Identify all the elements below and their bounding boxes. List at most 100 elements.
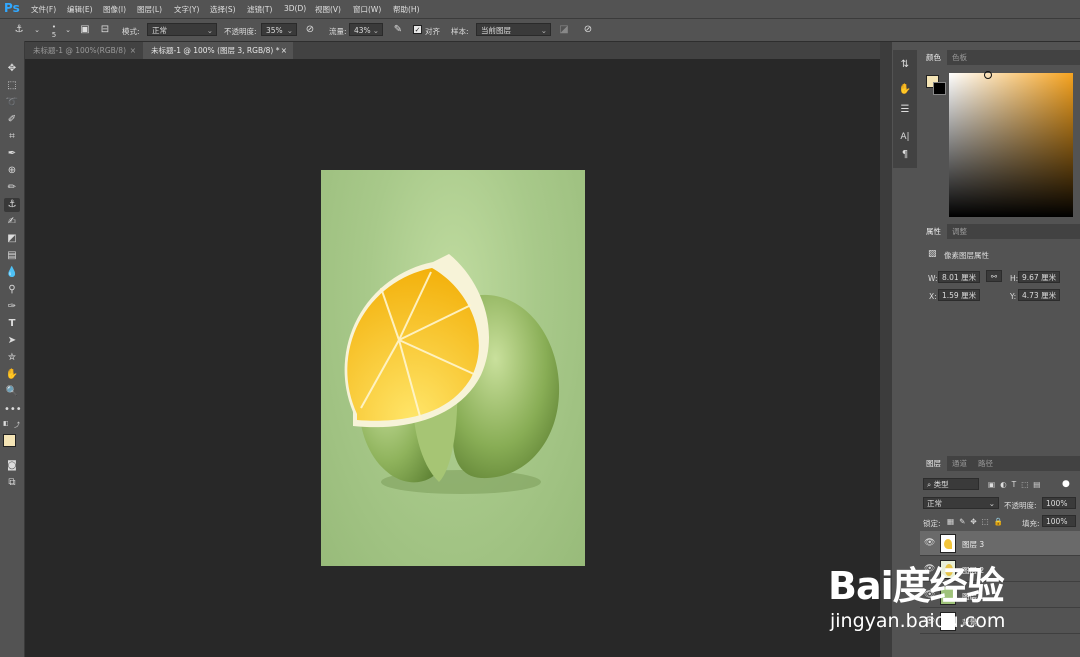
- background-color-chip[interactable]: [933, 82, 946, 95]
- color-picker-field[interactable]: [949, 73, 1073, 217]
- brush-settings-icon[interactable]: ✋: [897, 83, 913, 97]
- x-input[interactable]: 1.59 厘米: [938, 289, 980, 301]
- align-checkbox[interactable]: ✓: [413, 25, 422, 34]
- flow-value: 43%: [354, 26, 371, 35]
- default-colors-icon[interactable]: ◧: [3, 420, 9, 427]
- brush-panel-icon[interactable]: ▣: [78, 23, 92, 37]
- pressure-opacity-icon[interactable]: ⊘: [303, 23, 317, 37]
- menu-filter[interactable]: 滤镜(T): [247, 4, 272, 15]
- brush-tool-icon[interactable]: ✏: [4, 181, 20, 195]
- opacity-input[interactable]: 35% ⌄: [261, 23, 297, 36]
- pressure-size-icon[interactable]: ⊘: [581, 23, 595, 37]
- close-icon[interactable]: ×: [281, 42, 287, 59]
- quick-select-tool-icon[interactable]: ✐: [4, 113, 20, 127]
- flow-label: 流量:: [329, 27, 347, 36]
- tab-color[interactable]: 颜色: [920, 50, 947, 65]
- ignore-adjustment-icon[interactable]: ◪: [557, 23, 571, 37]
- width-input[interactable]: 8.01 厘米: [938, 271, 980, 283]
- pixel-layer-icon: ▨: [928, 249, 937, 259]
- fill-input[interactable]: 100%: [1042, 515, 1076, 527]
- tab-properties[interactable]: 属性: [920, 224, 947, 239]
- lock-icons[interactable]: ▦✎✥⬚🔒: [947, 517, 1008, 526]
- opacity-label: 不透明度:: [224, 27, 257, 36]
- move-tool-icon[interactable]: ✥: [4, 62, 20, 76]
- chevron-down-icon[interactable]: ⌄: [30, 23, 44, 37]
- eraser-tool-icon[interactable]: ◩: [4, 232, 20, 246]
- menu-select[interactable]: 选择(S): [210, 4, 236, 15]
- tab-document-2[interactable]: 未标题-1 @ 100% (图层 3, RGB/8) * ×: [143, 42, 293, 59]
- crop-tool-icon[interactable]: ⌗: [4, 130, 20, 144]
- x-label: X:: [929, 292, 937, 301]
- color-picker-marker[interactable]: [984, 71, 992, 79]
- eye-icon[interactable]: 👁: [924, 538, 935, 548]
- quick-mask-icon[interactable]: ◙: [4, 459, 20, 473]
- layer-filter-icons[interactable]: ▣◐T⬚▤: [988, 480, 1045, 489]
- menu-type[interactable]: 文字(Y): [174, 4, 199, 15]
- color-panel-tabs: 颜色 色板: [920, 50, 1080, 65]
- clone-stamp-tool-icon[interactable]: ⚓: [4, 198, 20, 212]
- options-bar: ⚓ ⌄ • 5 ⌄ ▣ ⊟ 模式: 正常 ⌄ 不透明度: 35% ⌄ ⊘ 流量: 43…: [0, 19, 1080, 42]
- blend-mode-select[interactable]: 正常 ⌄: [923, 497, 999, 509]
- apple-lemon-image: [344, 254, 560, 494]
- menu-view[interactable]: 视图(V): [315, 4, 341, 15]
- brush-size-value: 5: [51, 31, 57, 39]
- character-icon[interactable]: A|: [897, 130, 913, 144]
- tab-paths[interactable]: 路径: [972, 456, 999, 471]
- paragraph-icon[interactable]: ¶: [897, 148, 913, 162]
- lasso-tool-icon[interactable]: ➰: [4, 96, 20, 110]
- blur-tool-icon[interactable]: 💧: [4, 266, 20, 280]
- lock-label: 锁定:: [923, 519, 941, 528]
- sample-select[interactable]: 当前图层 ⌄: [476, 23, 551, 36]
- zoom-tool-icon[interactable]: 🔍: [4, 385, 20, 399]
- sample-value: 当前图层: [481, 26, 511, 35]
- mode-select[interactable]: 正常 ⌄: [147, 23, 217, 36]
- foreground-color-swatch[interactable]: [3, 434, 16, 447]
- layer-row[interactable]: 👁 图层 3: [920, 531, 1080, 556]
- height-label: H:: [1010, 274, 1019, 283]
- tab-swatches[interactable]: 色板: [946, 50, 973, 65]
- pen-tool-icon[interactable]: ✑: [4, 300, 20, 314]
- swap-colors-icon[interactable]: ⤴: [14, 420, 20, 429]
- flow-input[interactable]: 43% ⌄: [349, 23, 383, 36]
- airbrush-icon[interactable]: ✎: [391, 23, 405, 37]
- tab-document-1[interactable]: 未标题-1 @ 100%(RGB/8) ×: [25, 42, 142, 59]
- tab-channels[interactable]: 通道: [946, 456, 973, 471]
- marquee-tool-icon[interactable]: ⬚: [4, 79, 20, 93]
- layer-filter-select[interactable]: ⌕ 类型: [923, 478, 979, 490]
- layer-filter-value: 类型: [933, 480, 949, 489]
- clone-stamp-icon[interactable]: ⚓: [12, 23, 26, 37]
- screen-mode-icon[interactable]: ⧉: [4, 476, 20, 490]
- eyedropper-tool-icon[interactable]: ✒: [4, 147, 20, 161]
- clone-source-icon[interactable]: ⊟: [98, 23, 112, 37]
- menu-edit[interactable]: 编辑(E): [67, 4, 93, 15]
- tab-layers[interactable]: 图层: [920, 456, 947, 471]
- filter-toggle-icon[interactable]: ●: [1062, 479, 1070, 489]
- chevron-down-icon: ⌄: [372, 26, 379, 35]
- menu-file[interactable]: 文件(F): [31, 4, 56, 15]
- chevron-down-icon[interactable]: ⌄: [61, 23, 75, 37]
- menu-help[interactable]: 帮助(H): [393, 4, 420, 15]
- document-canvas[interactable]: [321, 170, 585, 566]
- healing-brush-tool-icon[interactable]: ⊕: [4, 164, 20, 178]
- close-icon[interactable]: ×: [130, 42, 136, 59]
- gradient-tool-icon[interactable]: ▤: [4, 249, 20, 263]
- history-brush-tool-icon[interactable]: ✍: [4, 215, 20, 229]
- hand-tool-icon[interactable]: ✋: [4, 368, 20, 382]
- height-input[interactable]: 9.67 厘米: [1018, 271, 1060, 283]
- menu-3d[interactable]: 3D(D): [284, 4, 306, 13]
- menu-window[interactable]: 窗口(W): [353, 4, 381, 15]
- path-select-tool-icon[interactable]: ➤: [4, 334, 20, 348]
- tab-adjustments[interactable]: 调整: [946, 224, 973, 239]
- menu-layer[interactable]: 图层(L): [137, 4, 162, 15]
- y-input[interactable]: 4.73 厘米: [1018, 289, 1060, 301]
- history-icon[interactable]: ⇅: [897, 58, 913, 72]
- brush-size-preview[interactable]: • 5: [47, 23, 61, 39]
- menu-image[interactable]: 图像(I): [103, 4, 126, 15]
- shape-tool-icon[interactable]: ✮: [4, 351, 20, 365]
- more-tools-icon[interactable]: •••: [4, 403, 22, 417]
- layer-opacity-input[interactable]: 100%: [1042, 497, 1076, 509]
- link-icon[interactable]: ⚯: [986, 270, 1002, 282]
- dodge-tool-icon[interactable]: ⚲: [4, 283, 20, 297]
- adjust-sliders-icon[interactable]: ☰: [897, 103, 913, 117]
- type-tool-icon[interactable]: T: [4, 317, 20, 331]
